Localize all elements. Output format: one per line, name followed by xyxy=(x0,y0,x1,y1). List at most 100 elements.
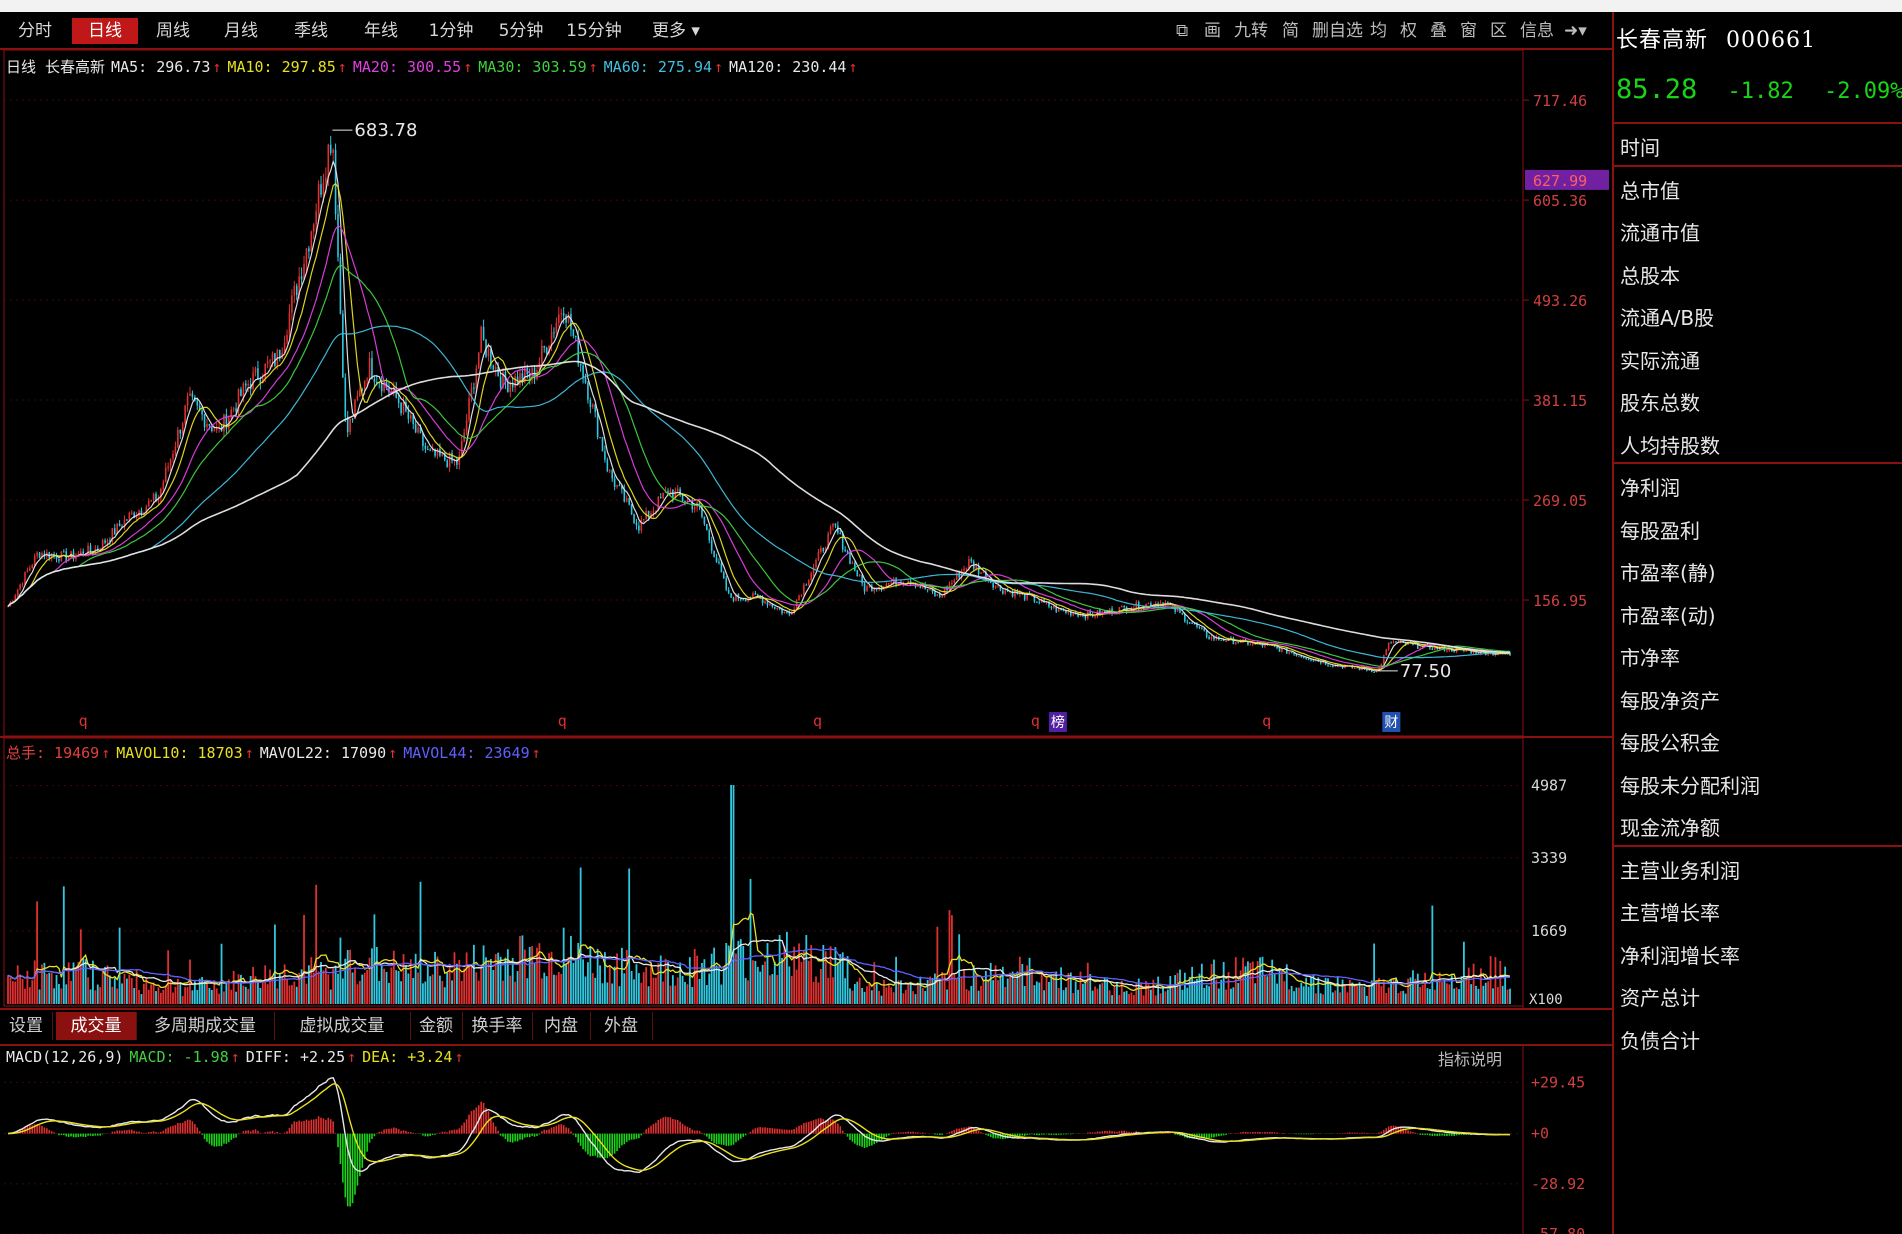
indicator-tab-4[interactable]: 金额 xyxy=(410,1012,463,1040)
tool-item-0[interactable]: 画 xyxy=(1204,18,1221,44)
volume-bar xyxy=(545,976,548,1004)
lock-icon[interactable]: ⧉ xyxy=(1176,18,1188,44)
volume-bar xyxy=(358,980,361,1004)
fundamental-row: 流通A/B股 xyxy=(1620,306,1715,330)
volume-bar xyxy=(997,980,999,1004)
tool-item-2[interactable]: 简 xyxy=(1282,18,1299,44)
volume-bar xyxy=(1441,981,1443,1004)
tool-item-3[interactable]: 删自选 xyxy=(1312,18,1363,44)
candle-body xyxy=(1208,636,1210,640)
tab-period-0[interactable]: 分时 xyxy=(8,18,62,44)
tab-period-3[interactable]: 月线 xyxy=(210,18,272,44)
candle-body xyxy=(754,593,757,595)
candle-body xyxy=(16,589,19,596)
tool-item-8[interactable]: 区 xyxy=(1490,18,1507,44)
tab-period-7[interactable]: 5分钟 xyxy=(488,18,554,44)
volume-bar xyxy=(1477,988,1480,1004)
candle-body xyxy=(162,482,165,489)
indicator-tab-5[interactable]: 换手率 xyxy=(462,1012,533,1040)
volume-bar xyxy=(184,987,187,1004)
volume-bar xyxy=(1426,988,1429,1004)
volume-bar xyxy=(975,974,978,1004)
candle-body xyxy=(494,366,497,370)
candle-body xyxy=(720,563,723,573)
tab-period-8[interactable]: 15分钟 xyxy=(556,18,632,44)
volume-bar xyxy=(924,990,927,1004)
tool-item-5[interactable]: 权 xyxy=(1400,18,1417,44)
volume-bar xyxy=(1310,977,1312,1004)
tool-item-9[interactable]: 信息 xyxy=(1520,18,1554,44)
tool-item-1[interactable]: 九转 xyxy=(1234,18,1268,44)
tab-period-5[interactable]: 年线 xyxy=(350,18,412,44)
volume-bar xyxy=(84,959,87,1004)
candle-body xyxy=(201,410,203,415)
volume-bar xyxy=(349,949,352,1004)
volume-bar xyxy=(781,957,783,1004)
tab-period-1[interactable]: 日线 xyxy=(72,18,138,44)
volume-bar xyxy=(1387,987,1390,1004)
volume-bar xyxy=(366,969,369,1004)
volume-bar xyxy=(424,981,427,1004)
export-icon[interactable]: ➜▾ xyxy=(1564,18,1587,44)
volume-bar xyxy=(164,985,167,1004)
candle-body xyxy=(356,396,359,400)
candle-body xyxy=(1210,636,1213,640)
volume-bar xyxy=(1072,993,1075,1004)
indicator-tab-2[interactable]: 多周期成交量 xyxy=(136,1012,275,1040)
indicator-tab-6[interactable]: 内盘 xyxy=(532,1012,591,1040)
volume-bar xyxy=(1169,976,1172,1004)
volume-bar xyxy=(368,957,371,1004)
volume-bar xyxy=(1021,963,1024,1004)
candle-body xyxy=(604,451,606,460)
candle-body xyxy=(1123,605,1125,608)
volume-bar xyxy=(186,987,189,1004)
candle-body xyxy=(599,437,601,439)
volume-bar xyxy=(1244,966,1247,1004)
main-legend-item: MA5: 296.73 xyxy=(111,58,211,76)
volume-bar xyxy=(1099,984,1101,1004)
tab-period-6[interactable]: 1分钟 xyxy=(418,18,484,44)
candle-body xyxy=(305,248,308,264)
candle-body xyxy=(936,594,939,596)
indicator-tab-0[interactable]: 设置 xyxy=(0,1012,53,1040)
candle-body xyxy=(727,589,730,594)
volume-bar xyxy=(1154,995,1157,1004)
tool-item-4[interactable]: 均 xyxy=(1370,18,1387,44)
volume-bar xyxy=(686,984,689,1004)
indicator-help-link[interactable]: 指标说明 xyxy=(1438,1046,1502,1070)
volume-bar xyxy=(543,972,546,1004)
volume-bar xyxy=(861,987,864,1004)
tool-item-6[interactable]: 叠 xyxy=(1430,18,1447,44)
tab-period-2[interactable]: 周线 xyxy=(142,18,204,44)
tab-period-9[interactable]: 更多 ▾ xyxy=(640,18,712,44)
volume-bar xyxy=(99,987,102,1004)
fundamental-row: 股东总数 xyxy=(1620,391,1700,415)
candle-body xyxy=(934,591,936,596)
indicator-tab-7[interactable]: 外盘 xyxy=(590,1012,653,1040)
fundamental-row: 每股净资产 xyxy=(1620,688,1720,713)
volume-bar xyxy=(739,939,742,1004)
volume-bar xyxy=(475,972,478,1004)
volume-bar xyxy=(26,970,29,1004)
volume-bar xyxy=(890,987,893,1004)
volume-bar xyxy=(528,946,531,1004)
volume-bar xyxy=(147,989,150,1004)
candle-body xyxy=(926,589,929,591)
volume-bar xyxy=(138,989,140,1004)
volume-bar xyxy=(800,961,803,1004)
volume-bar xyxy=(1385,993,1388,1004)
main-legend-item: MA120: 230.44 xyxy=(729,58,847,76)
indicator-tab-1[interactable]: 成交量 xyxy=(56,1012,137,1040)
indicator-tab-3[interactable]: 虚拟成交量 xyxy=(274,1012,411,1040)
volume-bar xyxy=(1077,989,1079,1004)
candle-body xyxy=(295,285,298,296)
tab-period-4[interactable]: 季线 xyxy=(280,18,342,44)
candle-body xyxy=(322,182,325,195)
tool-item-7[interactable]: 窗 xyxy=(1460,18,1477,44)
candle-body xyxy=(965,567,968,569)
section-divider xyxy=(1614,122,1902,124)
volume-bar xyxy=(747,980,749,1004)
volume-bar xyxy=(938,979,941,1004)
volume-bar xyxy=(1186,987,1189,1004)
volume-bar xyxy=(921,988,924,1004)
